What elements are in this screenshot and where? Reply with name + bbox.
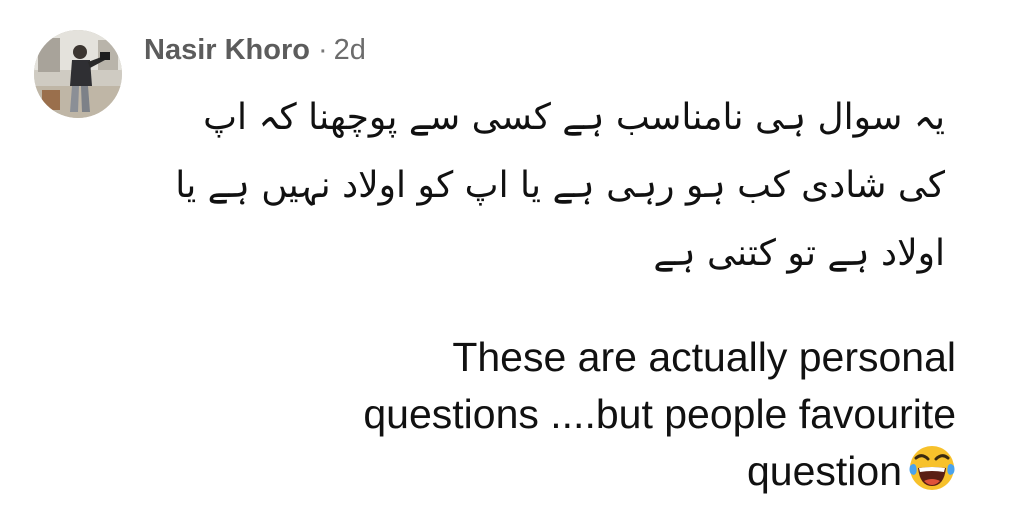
comment-text-english: These are actually personal questions ..…: [240, 329, 956, 500]
avatar-photo: [34, 30, 122, 118]
avatar[interactable]: [34, 30, 122, 118]
timestamp[interactable]: 2d: [334, 34, 366, 67]
english-line-text: question: [746, 448, 902, 494]
author-name[interactable]: Nasir Khoro: [144, 34, 310, 67]
laughing-with-tears-emoji-icon: [908, 444, 956, 492]
urdu-line: کی شادی کب ہو رہی ہے یا اپ کو اولاد نہیں…: [175, 165, 945, 206]
urdu-line: یہ سوال ہی نامناسب ہے کسی سے پوچھنا کہ ا…: [203, 97, 945, 138]
comment-text-urdu: یہ سوال ہی نامناسب ہے کسی سے پوچھنا کہ ا…: [140, 84, 945, 288]
comment-card: Nasir Khoro · 2d یہ سوال ہی نامناسب ہے ک…: [0, 0, 1024, 506]
english-line: These are actually personal: [452, 334, 956, 380]
english-line: questions ....but people favourite: [363, 391, 956, 437]
urdu-line: اولاد ہے تو کتنی ہے: [653, 233, 945, 274]
comment-header: Nasir Khoro · 2d: [144, 28, 366, 72]
english-line-last: question: [240, 443, 956, 500]
separator-dot: ·: [317, 33, 328, 66]
